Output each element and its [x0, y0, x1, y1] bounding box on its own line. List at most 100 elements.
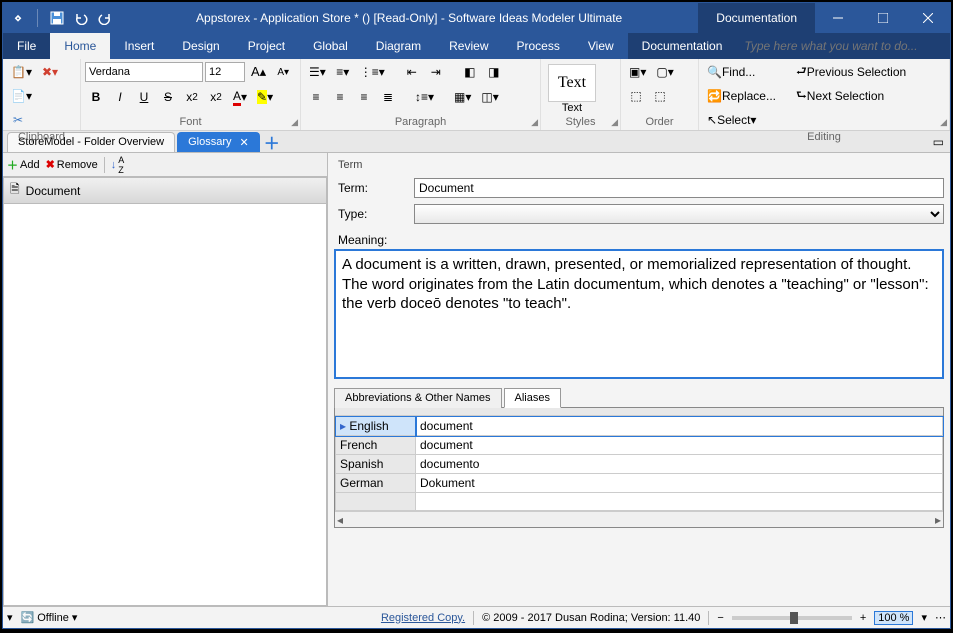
- subtabs: Abbreviations & Other Names Aliases: [334, 387, 944, 408]
- zoom-slider[interactable]: [732, 616, 852, 620]
- remove-button[interactable]: ✖Remove: [46, 158, 98, 171]
- bullets-button[interactable]: ☰▾: [305, 61, 330, 83]
- zoom-out-button[interactable]: −: [717, 612, 723, 624]
- alias-row[interactable]: ▸ Englishdocument: [336, 417, 943, 436]
- term-input[interactable]: [414, 178, 944, 198]
- subscript-button[interactable]: x2: [181, 86, 203, 108]
- sort-button[interactable]: ↓AZ: [111, 155, 125, 175]
- tab-global[interactable]: Global: [299, 33, 362, 59]
- shrink-font-button[interactable]: A▾: [272, 61, 294, 83]
- ungroup-button[interactable]: ⬚: [649, 85, 671, 107]
- meaning-textarea[interactable]: A document is a written, drawn, presente…: [334, 249, 944, 379]
- cut-icon[interactable]: ✖▾: [38, 61, 62, 83]
- superscript-button[interactable]: x2: [205, 86, 227, 108]
- alias-row[interactable]: Spanishdocumento: [336, 455, 943, 474]
- indent-icon[interactable]: ◨: [483, 61, 505, 83]
- alias-row[interactable]: GermanDokument: [336, 474, 943, 493]
- bold-button[interactable]: B: [85, 86, 107, 108]
- glossary-item[interactable]: 🗎 Document: [4, 178, 326, 204]
- find-button[interactable]: 🔍 Find...: [703, 61, 780, 83]
- send-back-button[interactable]: ▢▾: [652, 61, 677, 83]
- align-center-button[interactable]: ≡: [329, 86, 351, 108]
- close-button[interactable]: [905, 3, 950, 33]
- type-select[interactable]: [414, 204, 944, 224]
- undo-button[interactable]: [70, 7, 92, 29]
- scissors-icon[interactable]: ✂: [7, 109, 29, 131]
- app-window: ⋄ Appstorex - Application Store * () [Re…: [2, 2, 951, 629]
- document-icon: 🗎: [10, 180, 20, 201]
- registered-link[interactable]: Registered Copy.: [381, 612, 465, 624]
- group-editing-label: Editing: [703, 131, 945, 145]
- group-button[interactable]: ⬚: [625, 85, 647, 107]
- zoom-value[interactable]: 100 %: [874, 611, 913, 625]
- tab-design[interactable]: Design: [168, 33, 233, 59]
- minimize-button[interactable]: [815, 3, 860, 33]
- copy-button[interactable]: 📄▾: [7, 85, 36, 107]
- italic-button[interactable]: I: [109, 86, 131, 108]
- horizontal-scrollbar[interactable]: ◂▸: [335, 511, 943, 527]
- tab-review[interactable]: Review: [435, 33, 502, 59]
- text-style-button[interactable]: Text Text: [545, 61, 599, 116]
- tab-insert[interactable]: Insert: [110, 33, 168, 59]
- zoom-dropdown-icon[interactable]: ▾: [921, 611, 927, 624]
- line-spacing-button[interactable]: ↕≡▾: [411, 86, 438, 108]
- editing-launcher-icon[interactable]: ◢: [940, 117, 947, 128]
- styles-launcher-icon[interactable]: ◢: [611, 117, 618, 128]
- decrease-indent-button[interactable]: ⇤: [401, 61, 423, 83]
- status-menu-icon[interactable]: ⋯: [935, 611, 946, 624]
- close-tab-icon[interactable]: ✕: [240, 136, 249, 149]
- font-name-input[interactable]: [85, 62, 203, 82]
- tab-home[interactable]: Home: [50, 33, 110, 59]
- redo-button[interactable]: [94, 7, 116, 29]
- align-right-button[interactable]: ≡: [353, 86, 375, 108]
- strike-button[interactable]: S: [157, 86, 179, 108]
- font-size-input[interactable]: [205, 62, 245, 82]
- documentation-tab[interactable]: Documentation: [698, 3, 815, 33]
- tab-view[interactable]: View: [574, 33, 628, 59]
- alias-row-empty[interactable]: [336, 493, 943, 511]
- ribbon-tabs: File Home Insert Design Project Global D…: [3, 33, 950, 59]
- tab-file[interactable]: File: [3, 33, 50, 59]
- outdent-icon[interactable]: ◧: [459, 61, 481, 83]
- paragraph-launcher-icon[interactable]: ◢: [531, 117, 538, 128]
- subtab-aliases[interactable]: Aliases: [504, 388, 561, 408]
- tab-documentation[interactable]: Documentation: [628, 33, 737, 59]
- font-launcher-icon[interactable]: ◢: [291, 117, 298, 128]
- doctab-glossary[interactable]: Glossary✕: [177, 132, 260, 152]
- tab-process[interactable]: Process: [503, 33, 574, 59]
- paste-button[interactable]: 📋▾: [7, 61, 36, 83]
- shading-button[interactable]: ◫▾: [477, 86, 502, 108]
- font-color-button[interactable]: A▾: [229, 86, 251, 108]
- status-expand-icon[interactable]: ▾: [7, 611, 13, 624]
- offline-status[interactable]: 🔄Offline ▾: [21, 611, 78, 624]
- alias-row[interactable]: Frenchdocument: [336, 436, 943, 455]
- tab-diagram[interactable]: Diagram: [362, 33, 435, 59]
- previous-selection-button[interactable]: ⮐ Previous Selection: [792, 61, 910, 83]
- increase-indent-button[interactable]: ⇥: [425, 61, 447, 83]
- meaning-label: Meaning:: [334, 227, 944, 249]
- zoom-in-button[interactable]: +: [860, 612, 866, 624]
- save-button[interactable]: [46, 7, 68, 29]
- status-bar: ▾ 🔄Offline ▾ Registered Copy. © 2009 - 2…: [3, 606, 950, 628]
- multilevel-button[interactable]: ⋮≡▾: [356, 61, 389, 83]
- highlight-button[interactable]: ✎▾: [253, 86, 277, 108]
- bring-front-button[interactable]: ▣▾: [625, 61, 650, 83]
- glossary-list: 🗎 Document: [3, 177, 327, 606]
- next-selection-button[interactable]: ⮑ Next Selection: [792, 85, 910, 107]
- tell-me-input[interactable]: [736, 33, 950, 59]
- borders-button[interactable]: ▦▾: [450, 86, 475, 108]
- group-order-label: Order: [625, 116, 694, 130]
- replace-button[interactable]: 🔁 Replace...: [703, 85, 780, 107]
- justify-button[interactable]: ≣: [377, 86, 399, 108]
- maximize-button[interactable]: [860, 3, 905, 33]
- align-left-button[interactable]: ≡: [305, 86, 327, 108]
- grow-font-button[interactable]: A▴: [247, 61, 270, 83]
- select-button[interactable]: ↖ Select ▾: [703, 109, 780, 131]
- add-button[interactable]: ＋Add: [7, 157, 40, 173]
- underline-button[interactable]: U: [133, 86, 155, 108]
- subtab-abbreviations[interactable]: Abbreviations & Other Names: [334, 388, 502, 408]
- numbering-button[interactable]: ≡▾: [332, 61, 354, 83]
- tab-project[interactable]: Project: [234, 33, 299, 59]
- new-tab-button[interactable]: ＋: [262, 130, 282, 154]
- text-style-preview: Text: [548, 64, 596, 102]
